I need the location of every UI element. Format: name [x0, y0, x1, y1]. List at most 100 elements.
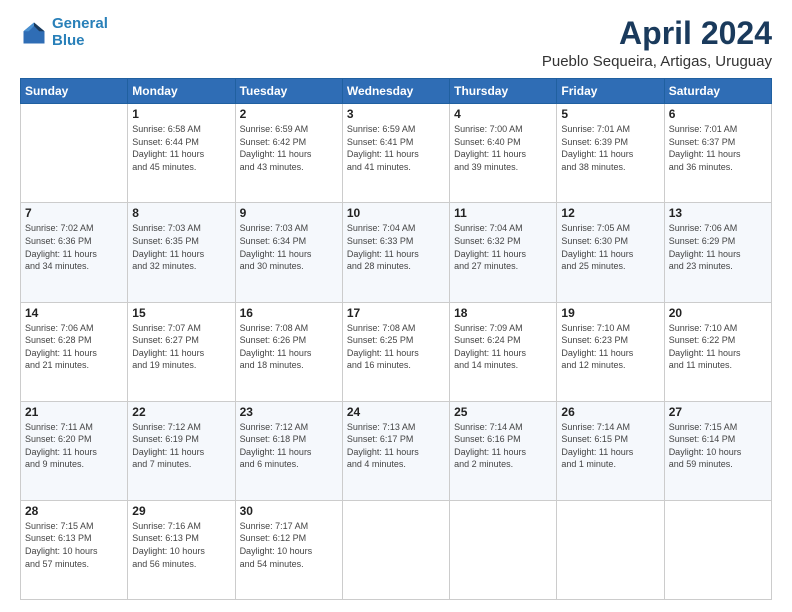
day-info: Sunrise: 7:08 AM Sunset: 6:25 PM Dayligh…	[347, 322, 445, 372]
day-number: 5	[561, 107, 659, 121]
calendar-cell	[450, 500, 557, 599]
day-info: Sunrise: 7:16 AM Sunset: 6:13 PM Dayligh…	[132, 520, 230, 570]
calendar-cell: 23 Sunrise: 7:12 AM Sunset: 6:18 PM Dayli…	[235, 401, 342, 500]
day-number: 1	[132, 107, 230, 121]
calendar-week-row: 14 Sunrise: 7:06 AM Sunset: 6:28 PM Dayli…	[21, 302, 772, 401]
calendar-cell: 15 Sunrise: 7:07 AM Sunset: 6:27 PM Dayli…	[128, 302, 235, 401]
header: General Blue April 2024 Pueblo Sequeira,…	[20, 16, 772, 70]
day-info: Sunrise: 6:58 AM Sunset: 6:44 PM Dayligh…	[132, 123, 230, 173]
calendar-header-cell: Wednesday	[342, 79, 449, 104]
logo-text: General Blue	[52, 16, 108, 49]
calendar-header-cell: Thursday	[450, 79, 557, 104]
calendar-week-row: 7 Sunrise: 7:02 AM Sunset: 6:36 PM Daylig…	[21, 203, 772, 302]
title-block: April 2024 Pueblo Sequeira, Artigas, Uru…	[542, 16, 772, 70]
calendar-week-row: 28 Sunrise: 7:15 AM Sunset: 6:13 PM Dayli…	[21, 500, 772, 599]
calendar-cell: 14 Sunrise: 7:06 AM Sunset: 6:28 PM Dayli…	[21, 302, 128, 401]
day-info: Sunrise: 7:12 AM Sunset: 6:18 PM Dayligh…	[240, 421, 338, 471]
day-number: 29	[132, 504, 230, 518]
day-number: 8	[132, 206, 230, 220]
logo-general: General	[52, 15, 108, 32]
calendar-cell: 11 Sunrise: 7:04 AM Sunset: 6:32 PM Dayli…	[450, 203, 557, 302]
day-number: 30	[240, 504, 338, 518]
day-info: Sunrise: 7:01 AM Sunset: 6:37 PM Dayligh…	[669, 123, 767, 173]
calendar-cell: 2 Sunrise: 6:59 AM Sunset: 6:42 PM Daylig…	[235, 104, 342, 203]
day-number: 28	[25, 504, 123, 518]
day-info: Sunrise: 7:00 AM Sunset: 6:40 PM Dayligh…	[454, 123, 552, 173]
calendar-cell: 7 Sunrise: 7:02 AM Sunset: 6:36 PM Daylig…	[21, 203, 128, 302]
logo-icon	[20, 19, 48, 47]
day-info: Sunrise: 7:01 AM Sunset: 6:39 PM Dayligh…	[561, 123, 659, 173]
day-info: Sunrise: 7:04 AM Sunset: 6:33 PM Dayligh…	[347, 222, 445, 272]
calendar-cell: 4 Sunrise: 7:00 AM Sunset: 6:40 PM Daylig…	[450, 104, 557, 203]
day-number: 19	[561, 306, 659, 320]
calendar-cell: 3Sunrise: 6:59 AM Sunset: 6:41 PM Daylig…	[342, 104, 449, 203]
day-number: 12	[561, 206, 659, 220]
day-info: Sunrise: 7:03 AM Sunset: 6:35 PM Dayligh…	[132, 222, 230, 272]
day-info: Sunrise: 7:17 AM Sunset: 6:12 PM Dayligh…	[240, 520, 338, 570]
calendar-cell: 16Sunrise: 7:08 AM Sunset: 6:26 PM Dayli…	[235, 302, 342, 401]
calendar-cell: 19 Sunrise: 7:10 AM Sunset: 6:23 PM Dayli…	[557, 302, 664, 401]
day-number: 23	[240, 405, 338, 419]
calendar-header-cell: Sunday	[21, 79, 128, 104]
day-info: Sunrise: 6:59 AM Sunset: 6:41 PM Dayligh…	[347, 123, 445, 173]
day-number: 6	[669, 107, 767, 121]
calendar-cell: 26 Sunrise: 7:14 AM Sunset: 6:15 PM Dayli…	[557, 401, 664, 500]
day-info: Sunrise: 7:15 AM Sunset: 6:14 PM Dayligh…	[669, 421, 767, 471]
day-number: 13	[669, 206, 767, 220]
calendar-cell: 24Sunrise: 7:13 AM Sunset: 6:17 PM Dayli…	[342, 401, 449, 500]
day-number: 4	[454, 107, 552, 121]
day-number: 26	[561, 405, 659, 419]
day-number: 20	[669, 306, 767, 320]
calendar-week-row: 1 Sunrise: 6:58 AM Sunset: 6:44 PM Daylig…	[21, 104, 772, 203]
day-number: 25	[454, 405, 552, 419]
calendar-cell: 13Sunrise: 7:06 AM Sunset: 6:29 PM Dayli…	[664, 203, 771, 302]
day-info: Sunrise: 7:07 AM Sunset: 6:27 PM Dayligh…	[132, 322, 230, 372]
day-number: 9	[240, 206, 338, 220]
day-info: Sunrise: 6:59 AM Sunset: 6:42 PM Dayligh…	[240, 123, 338, 173]
day-info: Sunrise: 7:09 AM Sunset: 6:24 PM Dayligh…	[454, 322, 552, 372]
calendar-cell: 8 Sunrise: 7:03 AM Sunset: 6:35 PM Daylig…	[128, 203, 235, 302]
calendar-cell: 21 Sunrise: 7:11 AM Sunset: 6:20 PM Dayli…	[21, 401, 128, 500]
day-number: 17	[347, 306, 445, 320]
day-info: Sunrise: 7:11 AM Sunset: 6:20 PM Dayligh…	[25, 421, 123, 471]
day-info: Sunrise: 7:04 AM Sunset: 6:32 PM Dayligh…	[454, 222, 552, 272]
day-info: Sunrise: 7:05 AM Sunset: 6:30 PM Dayligh…	[561, 222, 659, 272]
calendar-cell: 30 Sunrise: 7:17 AM Sunset: 6:12 PM Dayli…	[235, 500, 342, 599]
day-info: Sunrise: 7:13 AM Sunset: 6:17 PM Dayligh…	[347, 421, 445, 471]
day-info: Sunrise: 7:15 AM Sunset: 6:13 PM Dayligh…	[25, 520, 123, 570]
day-number: 21	[25, 405, 123, 419]
day-number: 14	[25, 306, 123, 320]
day-number: 11	[454, 206, 552, 220]
day-info: Sunrise: 7:12 AM Sunset: 6:19 PM Dayligh…	[132, 421, 230, 471]
calendar-cell: 22 Sunrise: 7:12 AM Sunset: 6:19 PM Dayli…	[128, 401, 235, 500]
day-number: 22	[132, 405, 230, 419]
day-info: Sunrise: 7:10 AM Sunset: 6:23 PM Dayligh…	[561, 322, 659, 372]
calendar-cell: 9 Sunrise: 7:03 AM Sunset: 6:34 PM Daylig…	[235, 203, 342, 302]
day-info: Sunrise: 7:03 AM Sunset: 6:34 PM Dayligh…	[240, 222, 338, 272]
calendar-header-cell: Saturday	[664, 79, 771, 104]
day-number: 2	[240, 107, 338, 121]
calendar-header-row: SundayMondayTuesdayWednesdayThursdayFrid…	[21, 79, 772, 104]
calendar-cell: 29 Sunrise: 7:16 AM Sunset: 6:13 PM Dayli…	[128, 500, 235, 599]
day-info: Sunrise: 7:14 AM Sunset: 6:15 PM Dayligh…	[561, 421, 659, 471]
calendar-cell: 5 Sunrise: 7:01 AM Sunset: 6:39 PM Daylig…	[557, 104, 664, 203]
day-number: 15	[132, 306, 230, 320]
calendar-cell: 18 Sunrise: 7:09 AM Sunset: 6:24 PM Dayli…	[450, 302, 557, 401]
calendar-week-row: 21 Sunrise: 7:11 AM Sunset: 6:20 PM Dayli…	[21, 401, 772, 500]
calendar-cell: 1 Sunrise: 6:58 AM Sunset: 6:44 PM Daylig…	[128, 104, 235, 203]
day-number: 18	[454, 306, 552, 320]
calendar-cell: 25Sunrise: 7:14 AM Sunset: 6:16 PM Dayli…	[450, 401, 557, 500]
day-number: 7	[25, 206, 123, 220]
calendar-cell: 10 Sunrise: 7:04 AM Sunset: 6:33 PM Dayli…	[342, 203, 449, 302]
logo: General Blue	[20, 16, 108, 49]
day-info: Sunrise: 7:10 AM Sunset: 6:22 PM Dayligh…	[669, 322, 767, 372]
day-info: Sunrise: 7:02 AM Sunset: 6:36 PM Dayligh…	[25, 222, 123, 272]
day-info: Sunrise: 7:06 AM Sunset: 6:28 PM Dayligh…	[25, 322, 123, 372]
calendar-header-cell: Monday	[128, 79, 235, 104]
calendar-cell	[342, 500, 449, 599]
subtitle: Pueblo Sequeira, Artigas, Uruguay	[542, 53, 772, 70]
calendar-cell: 6 Sunrise: 7:01 AM Sunset: 6:37 PM Daylig…	[664, 104, 771, 203]
calendar-header-cell: Tuesday	[235, 79, 342, 104]
calendar-cell	[21, 104, 128, 203]
day-number: 10	[347, 206, 445, 220]
